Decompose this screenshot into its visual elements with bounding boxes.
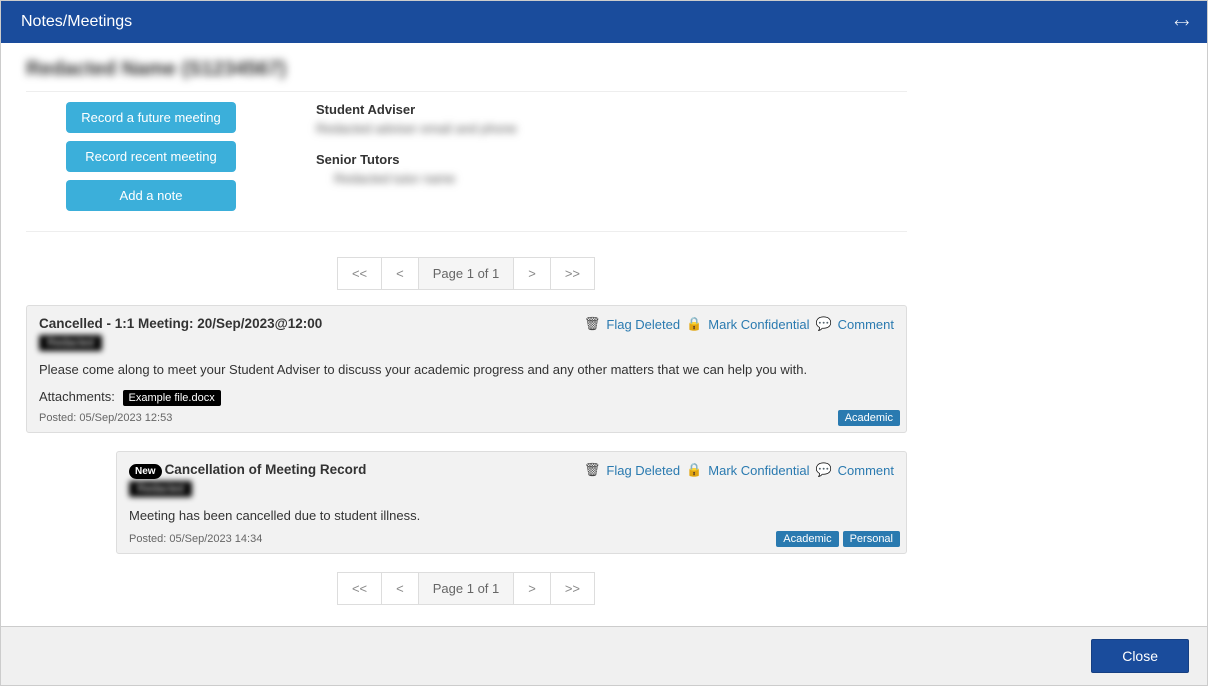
page-next-button[interactable]: > bbox=[513, 257, 551, 290]
comment-icon: 💬 bbox=[815, 462, 831, 478]
notes-meetings-modal: Notes/Meetings ⤢ Redacted Name (S1234567… bbox=[0, 0, 1208, 686]
note-actions: 🗑 Flag Deleted 🔒 Mark Confidential 💬 Com… bbox=[584, 316, 894, 332]
page-prev-button[interactable]: < bbox=[381, 257, 419, 290]
page-indicator: Page 1 of 1 bbox=[418, 257, 515, 290]
note-author: Redacted bbox=[39, 335, 102, 351]
note-actions: 🗑 Flag Deleted 🔒 Mark Confidential 💬 Com… bbox=[584, 462, 894, 478]
page-first-button[interactable]: << bbox=[337, 257, 382, 290]
modal-header: Notes/Meetings ⤢ bbox=[1, 1, 1207, 43]
attachment-file[interactable]: Example file.docx bbox=[123, 390, 221, 406]
note-author: Redacted bbox=[129, 481, 192, 497]
modal-body: Redacted Name (S1234567) Record a future… bbox=[1, 43, 1207, 626]
tag-academic: Academic bbox=[776, 531, 838, 547]
note-tags: Academic bbox=[838, 410, 900, 426]
record-recent-meeting-button[interactable]: Record recent meeting bbox=[66, 141, 236, 172]
attachments-label: Attachments: bbox=[39, 389, 115, 404]
note-header: NewCancellation of Meeting Record Redact… bbox=[129, 462, 894, 497]
note-card: Cancelled - 1:1 Meeting: 20/Sep/2023@12:… bbox=[26, 305, 907, 433]
staff-info: Student Adviser Redacted adviser email a… bbox=[316, 102, 517, 211]
top-section: Record a future meeting Record recent me… bbox=[26, 92, 907, 232]
adviser-label: Student Adviser bbox=[316, 102, 517, 117]
note-title: Cancelled - 1:1 Meeting: 20/Sep/2023@12:… bbox=[39, 316, 322, 331]
note-title-text: Cancellation of Meeting Record bbox=[165, 462, 367, 477]
new-badge: New bbox=[129, 464, 162, 479]
close-button[interactable]: Close bbox=[1091, 639, 1189, 673]
page-last-button[interactable]: >> bbox=[550, 572, 595, 605]
modal-footer: Close bbox=[1, 626, 1207, 685]
pagination-top: << < Page 1 of 1 > >> bbox=[26, 257, 907, 290]
note-posted: Posted: 05/Sep/2023 14:34 bbox=[129, 533, 262, 545]
right-panel[interactable] bbox=[932, 43, 1207, 626]
lock-icon: 🔒 bbox=[686, 316, 702, 332]
page-prev-button[interactable]: < bbox=[381, 572, 419, 605]
record-future-meeting-button[interactable]: Record a future meeting bbox=[66, 102, 236, 133]
comment-link[interactable]: Comment bbox=[838, 317, 894, 332]
action-buttons: Record a future meeting Record recent me… bbox=[66, 102, 236, 211]
add-note-button[interactable]: Add a note bbox=[66, 180, 236, 211]
page-indicator: Page 1 of 1 bbox=[418, 572, 515, 605]
flag-deleted-link[interactable]: Flag Deleted bbox=[606, 463, 680, 478]
trash-icon: 🗑 bbox=[584, 316, 601, 332]
flag-deleted-link[interactable]: Flag Deleted bbox=[606, 317, 680, 332]
comment-link[interactable]: Comment bbox=[838, 463, 894, 478]
trash-icon: 🗑 bbox=[584, 462, 601, 478]
note-attachments: Attachments: Example file.docx bbox=[39, 389, 894, 404]
student-name: Redacted Name (S1234567) bbox=[26, 58, 907, 81]
tag-academic: Academic bbox=[838, 410, 900, 426]
mark-confidential-link[interactable]: Mark Confidential bbox=[708, 463, 809, 478]
resize-icon[interactable]: ⤢ bbox=[1171, 12, 1191, 32]
adviser-value: Redacted adviser email and phone bbox=[316, 121, 517, 136]
note-body: Meeting has been cancelled due to studen… bbox=[129, 507, 894, 525]
modal-title: Notes/Meetings bbox=[21, 13, 132, 31]
note-tags: Academic Personal bbox=[776, 531, 900, 547]
note-card: NewCancellation of Meeting Record Redact… bbox=[116, 451, 907, 554]
main-panel[interactable]: Redacted Name (S1234567) Record a future… bbox=[1, 43, 932, 626]
note-posted: Posted: 05/Sep/2023 12:53 bbox=[39, 412, 172, 424]
tutors-label: Senior Tutors bbox=[316, 152, 517, 167]
note-title: NewCancellation of Meeting Record bbox=[129, 462, 366, 477]
lock-icon: 🔒 bbox=[686, 462, 702, 478]
pagination-bottom: << < Page 1 of 1 > >> bbox=[26, 572, 907, 605]
page-next-button[interactable]: > bbox=[513, 572, 551, 605]
page-last-button[interactable]: >> bbox=[550, 257, 595, 290]
tutors-value: Redacted tutor name bbox=[316, 171, 517, 186]
tag-personal: Personal bbox=[843, 531, 900, 547]
mark-confidential-link[interactable]: Mark Confidential bbox=[708, 317, 809, 332]
comment-icon: 💬 bbox=[815, 316, 831, 332]
note-header: Cancelled - 1:1 Meeting: 20/Sep/2023@12:… bbox=[39, 316, 894, 351]
note-body: Please come along to meet your Student A… bbox=[39, 361, 894, 379]
page-first-button[interactable]: << bbox=[337, 572, 382, 605]
